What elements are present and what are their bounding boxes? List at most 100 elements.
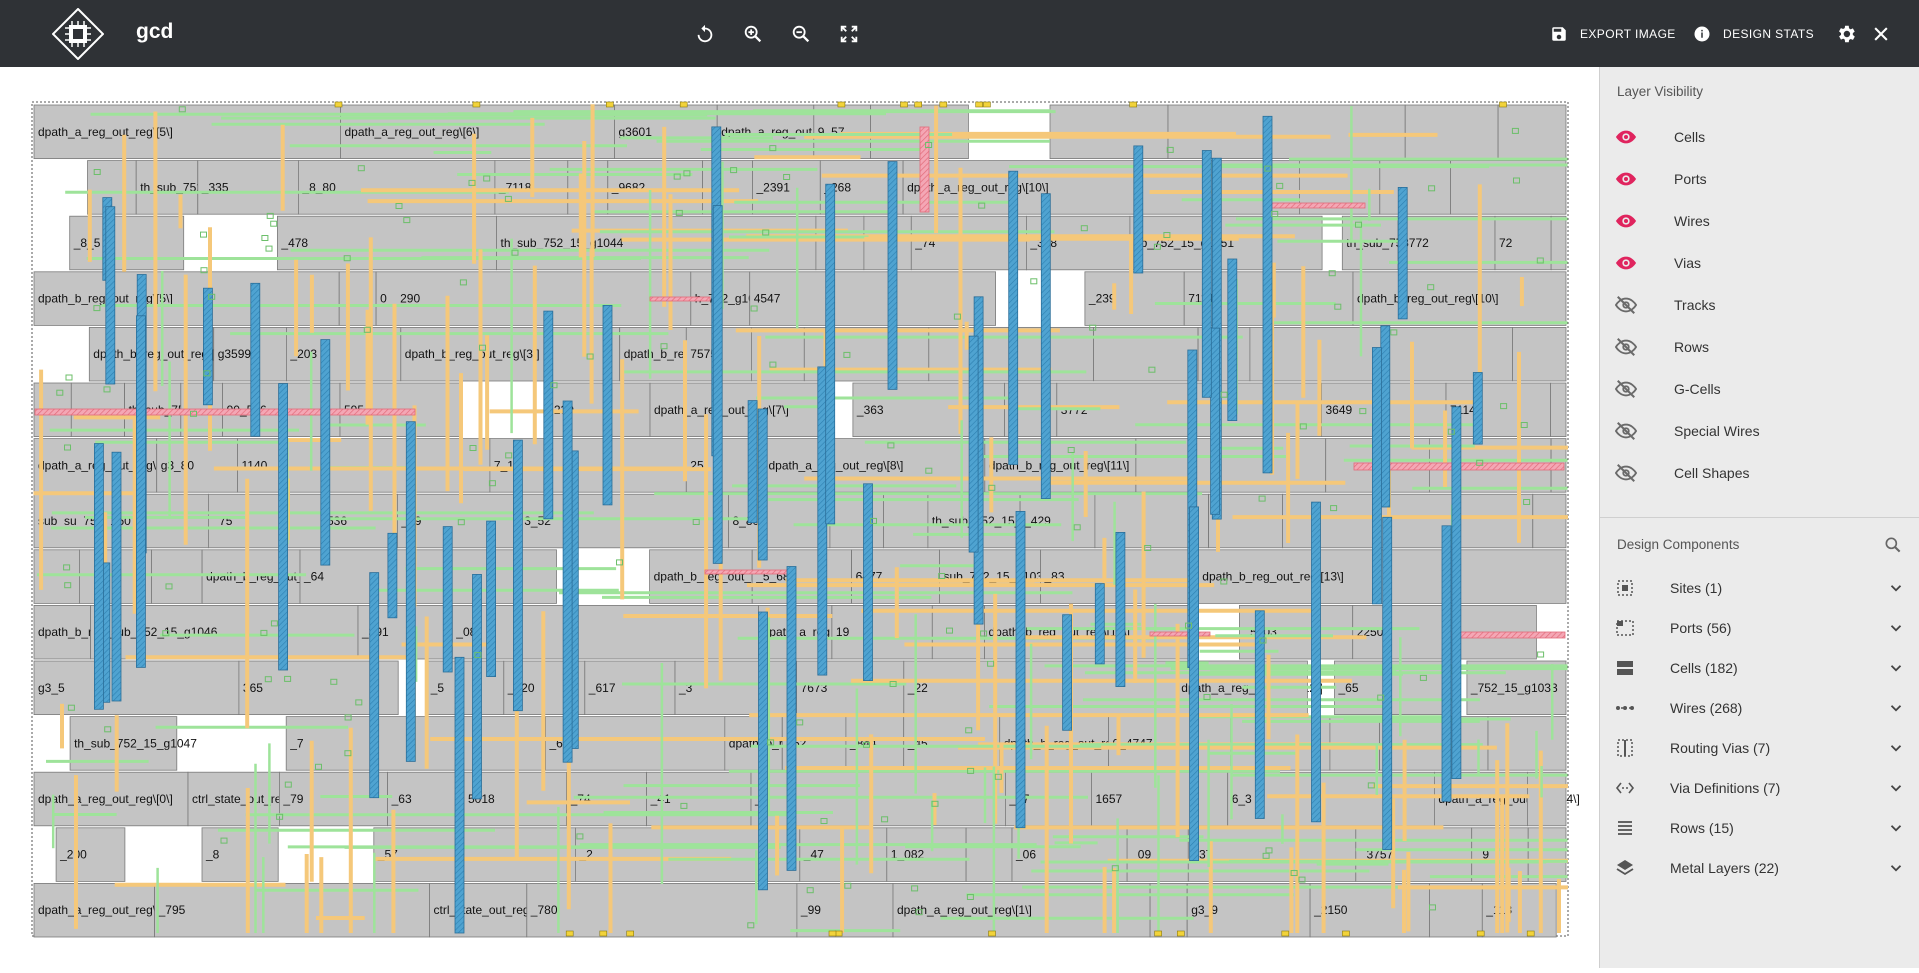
- eye-visible-icon[interactable]: [1614, 209, 1638, 233]
- io-port: [1476, 930, 1485, 937]
- layout-canvas-area[interactable]: dpath_a_reg_out_reg\[5\] dpath_a_reg_out_…: [0, 67, 1599, 968]
- eye-hidden-icon[interactable]: [1614, 419, 1638, 443]
- top-app-bar: gcd EXPORT IMAGE DESIGN STATS: [0, 0, 1919, 67]
- chevron-down-icon[interactable]: [1884, 576, 1908, 600]
- layout-canvas[interactable]: dpath_a_reg_out_reg\[5\] dpath_a_reg_out_…: [0, 67, 1599, 968]
- panel-divider: [1600, 517, 1919, 518]
- layer-toggle-rows[interactable]: Rows: [1614, 332, 1904, 362]
- layer-toggle-wires[interactable]: Wires: [1614, 206, 1904, 236]
- component-search-button[interactable]: [1880, 532, 1906, 558]
- standard-cell: [33, 660, 240, 715]
- component-row-rows[interactable]: Rows (15): [1614, 812, 1908, 844]
- design-stats-button[interactable]: DESIGN STATS: [1693, 22, 1814, 46]
- routing-via-stack: [747, 400, 758, 524]
- standard-cell: [815, 215, 865, 271]
- chevron-down-icon[interactable]: [1884, 856, 1908, 880]
- io-port: [599, 930, 608, 937]
- cell-label: _9682: [611, 180, 646, 194]
- cell-label: _5: [430, 681, 445, 695]
- routing-via-stack: [1451, 406, 1462, 779]
- export-image-button[interactable]: EXPORT IMAGE: [1550, 22, 1676, 46]
- routing-via-stack: [369, 572, 380, 799]
- io-port: [626, 930, 635, 937]
- cell-label: _64: [303, 570, 324, 584]
- eye-hidden-icon[interactable]: [1614, 461, 1638, 485]
- routing-via-stack: [562, 400, 573, 763]
- eye-hidden-icon[interactable]: [1614, 293, 1638, 317]
- special-wire: [649, 296, 711, 302]
- eye-visible-icon[interactable]: [1614, 167, 1638, 191]
- cell-label: 72: [1499, 236, 1513, 250]
- special-wire: [1264, 202, 1366, 209]
- eye-visible-icon[interactable]: [1614, 125, 1638, 149]
- routing-via-stack: [105, 206, 116, 385]
- routing-via-stack: [454, 656, 465, 934]
- cell-label: _65: [1338, 681, 1359, 695]
- close-button[interactable]: [1867, 20, 1895, 48]
- routing-via-stack: [825, 183, 836, 525]
- zoom-in-button[interactable]: [739, 20, 767, 48]
- io-port: [565, 930, 574, 937]
- standard-cell: [1497, 104, 1567, 159]
- cell-label: th_sub_752_15_g1044: [501, 236, 624, 250]
- layer-toggle-g-cells[interactable]: G-Cells: [1614, 374, 1904, 404]
- close-icon: [1874, 27, 1888, 41]
- reset-view-button[interactable]: [691, 20, 719, 48]
- layer-label: Special Wires: [1674, 423, 1760, 439]
- zoom-out-button[interactable]: [787, 20, 815, 48]
- routing-via-stack: [1189, 506, 1199, 862]
- eye-hidden-icon[interactable]: [1614, 377, 1638, 401]
- standard-cell: [1049, 104, 1169, 159]
- standard-cell: [1149, 883, 1188, 938]
- cells-icon: [1614, 657, 1636, 679]
- component-row-routing-vias[interactable]: Routing Vias (7): [1614, 732, 1908, 764]
- io-port: [1177, 930, 1185, 937]
- cell-label: _795: [158, 903, 186, 917]
- component-row-cells[interactable]: Cells (182): [1614, 652, 1908, 684]
- cell-label: _617: [588, 681, 616, 695]
- layer-label: Vias: [1674, 255, 1701, 271]
- eye-visible-icon[interactable]: [1614, 251, 1638, 275]
- cell-label: dpath_b_reg_out_reg\[10\]: [1357, 292, 1498, 306]
- chevron-down-icon[interactable]: [1884, 776, 1908, 800]
- layer-toggle-ports[interactable]: Ports: [1614, 164, 1904, 194]
- routing-via-stack: [1094, 583, 1105, 665]
- chip-diamond-icon[interactable]: [51, 7, 105, 61]
- routing-via-stack: [1210, 327, 1220, 515]
- eye-hidden-icon[interactable]: [1614, 335, 1638, 359]
- special-wire: [1449, 631, 1566, 639]
- chevron-down-icon[interactable]: [1884, 736, 1908, 760]
- wires-icon: [1614, 697, 1636, 719]
- layer-label: Tracks: [1674, 297, 1716, 313]
- component-row-via-definitions[interactable]: Via Definitions (7): [1614, 772, 1908, 804]
- cell-label: _7: [289, 736, 304, 750]
- layer-toggle-cells[interactable]: Cells: [1614, 122, 1904, 152]
- settings-button[interactable]: [1832, 20, 1860, 48]
- fit-view-button[interactable]: [835, 20, 863, 48]
- rows-icon: [1614, 817, 1636, 839]
- layer-toggle-special-wires[interactable]: Special Wires: [1614, 416, 1904, 446]
- component-row-sites[interactable]: Sites (1): [1614, 572, 1908, 604]
- cell-label: _478: [280, 236, 308, 250]
- layer-toggle-vias[interactable]: Vias: [1614, 248, 1904, 278]
- sites-icon: [1614, 577, 1636, 599]
- chevron-down-icon[interactable]: [1884, 816, 1908, 840]
- chevron-down-icon[interactable]: [1884, 696, 1908, 720]
- component-row-wires[interactable]: Wires (268): [1614, 692, 1908, 724]
- layer-toggle-cell-shapes[interactable]: Cell Shapes: [1614, 458, 1904, 488]
- chevron-down-icon[interactable]: [1884, 616, 1908, 640]
- component-row-metal-layers[interactable]: Metal Layers (22): [1614, 852, 1908, 884]
- standard-cell: [1379, 160, 1451, 215]
- component-row-ports[interactable]: Ports (56): [1614, 612, 1908, 644]
- routing-via-stack: [320, 339, 331, 566]
- standard-cell: [1093, 326, 1199, 382]
- chevron-down-icon[interactable]: [1884, 656, 1908, 680]
- fullscreen-icon: [840, 25, 858, 43]
- layer-toggle-tracks[interactable]: Tracks: [1614, 290, 1904, 320]
- cell-label: dpath_b_reg_out_reg\[3\]: [405, 347, 540, 361]
- standard-cell: [1527, 827, 1567, 882]
- cell-label: g3599: [218, 347, 252, 361]
- routing-via-stack: [1040, 193, 1051, 499]
- cell-label: 1657: [1096, 792, 1123, 806]
- routing-via-stack: [1201, 150, 1212, 398]
